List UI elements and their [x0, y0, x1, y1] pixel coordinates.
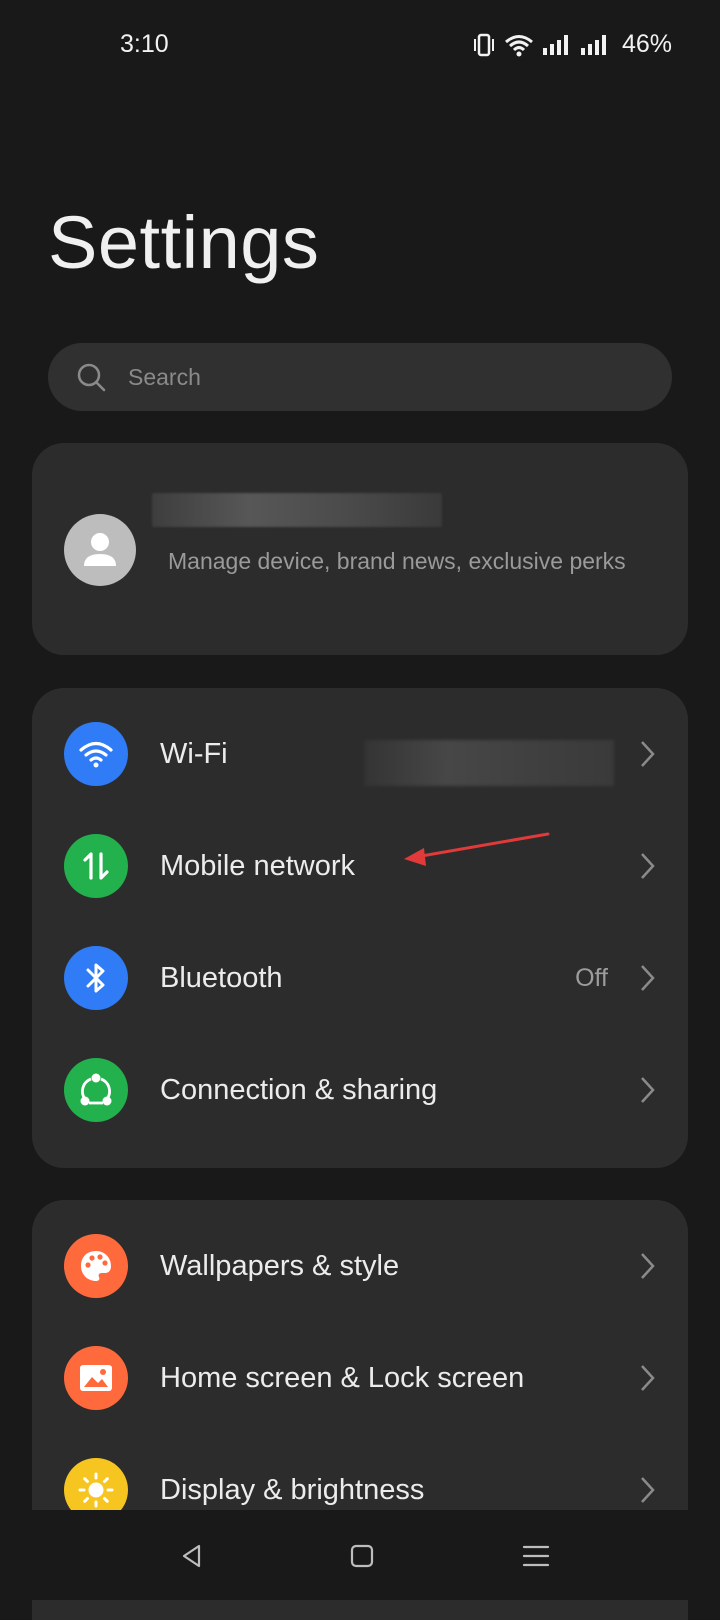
settings-item-value: Off — [575, 963, 608, 992]
mobile-data-icon — [64, 834, 128, 898]
settings-item-mobile-network[interactable]: Mobile network — [32, 810, 688, 922]
home-icon — [350, 1544, 374, 1568]
settings-item-connection-sharing[interactable]: Connection & sharing — [32, 1034, 688, 1146]
settings-item-label: Mobile network — [160, 849, 356, 882]
back-icon — [182, 1544, 201, 1568]
search-input[interactable] — [126, 362, 610, 392]
palette-icon — [64, 1234, 128, 1298]
chevron-right-icon — [641, 1365, 655, 1391]
status-time: 3:10 — [120, 30, 169, 58]
image-icon — [64, 1346, 128, 1410]
settings-item-label: Home screen & Lock screen — [160, 1361, 525, 1394]
status-icons: 46% — [472, 30, 672, 59]
search-bar[interactable] — [48, 343, 672, 411]
wifi-network-name-redacted — [364, 740, 614, 786]
account-card[interactable]: Manage device, brand news, exclusive per… — [32, 443, 688, 655]
account-name-redacted — [152, 493, 442, 527]
back-button[interactable] — [172, 1538, 212, 1574]
person-icon — [84, 533, 116, 566]
signal-icon — [580, 34, 606, 55]
settings-item-label: Bluetooth — [160, 961, 283, 994]
share-icon — [64, 1058, 128, 1122]
menu-icon — [522, 1545, 550, 1567]
account-subtitle: Manage device, brand news, exclusive per… — [168, 548, 626, 574]
chevron-right-icon — [641, 741, 655, 767]
page-title: Settings — [48, 201, 320, 284]
settings-item-label: Wallpapers & style — [160, 1249, 400, 1282]
search-icon — [77, 363, 106, 392]
settings-item-label: Wi-Fi — [160, 737, 228, 770]
settings-item-label: Connection & sharing — [160, 1073, 438, 1106]
battery-percent: 46% — [621, 30, 672, 58]
signal-icon — [542, 34, 568, 55]
settings-item-label: Display & brightness — [160, 1473, 425, 1506]
avatar — [64, 514, 136, 586]
settings-item-wallpapers-style[interactable]: Wallpapers & style — [32, 1210, 688, 1322]
vibrate-icon — [473, 33, 494, 56]
recents-button[interactable] — [516, 1538, 556, 1574]
status-bar: 3:10 46% — [0, 0, 720, 92]
settings-item-wifi[interactable]: Wi-Fi — [32, 698, 688, 810]
home-button[interactable] — [342, 1538, 382, 1574]
settings-item-bluetooth[interactable]: Bluetooth Off — [32, 922, 688, 1034]
chevron-right-icon — [641, 853, 655, 879]
chevron-right-icon — [641, 965, 655, 991]
navigation-bar — [0, 1510, 720, 1600]
network-settings-card: Wi-Fi Mobile network Bluetooth Off Conne… — [32, 688, 688, 1168]
wifi-icon — [504, 34, 533, 56]
chevron-right-icon — [641, 1077, 655, 1103]
bluetooth-icon — [64, 946, 128, 1010]
chevron-right-icon — [641, 1477, 655, 1503]
wifi-icon — [64, 722, 128, 786]
chevron-right-icon — [641, 1253, 655, 1279]
settings-item-home-lock-screen[interactable]: Home screen & Lock screen — [32, 1322, 688, 1434]
